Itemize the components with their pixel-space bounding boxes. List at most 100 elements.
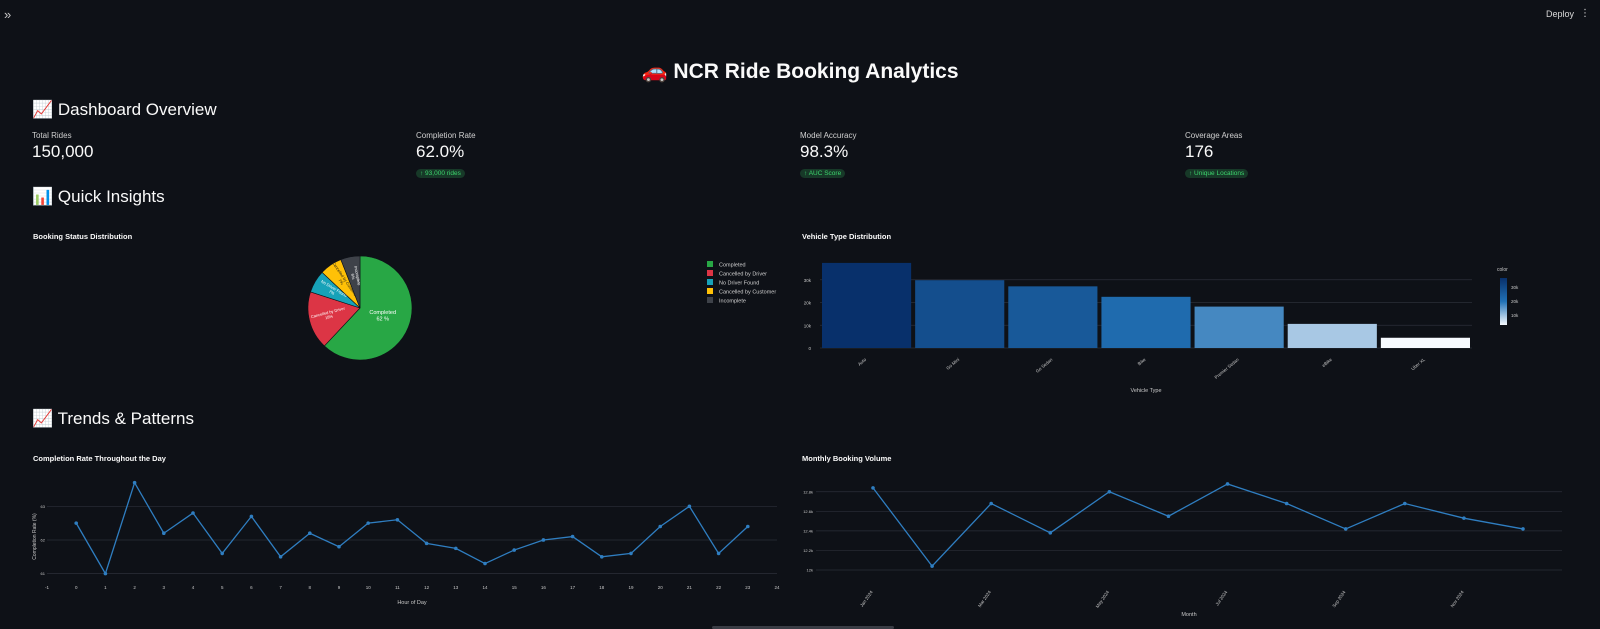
y-axis-title: Completion Rate (%) xyxy=(32,513,38,560)
hourly-data-point xyxy=(308,531,312,536)
hourly-data-point xyxy=(278,555,283,559)
y-tick-label: 63 xyxy=(41,504,46,509)
vehicle-type-bar-chart[interactable]: 0 10k 20k 30k Auto Go Mini Go Sedan Bike Premier… xyxy=(800,245,1580,405)
x-axis-title: Month xyxy=(1181,612,1196,618)
legend-label: Completed xyxy=(719,263,746,269)
x-tick-label: 7 xyxy=(279,585,282,590)
hourly-data-point xyxy=(162,531,166,536)
y-tick-label: 0 xyxy=(808,346,811,351)
y-tick-label: 12.2k xyxy=(803,548,813,553)
sidebar-expand-icon[interactable]: » xyxy=(4,7,11,22)
metric-delta-badge: ↑ AUC Score xyxy=(800,169,846,178)
monthly-data-point xyxy=(1403,501,1407,506)
x-tick-label: 24 xyxy=(774,585,780,590)
vehicle-bar xyxy=(1287,323,1377,348)
x-tick-label: 16 xyxy=(541,585,547,590)
x-axis-title: Vehicle Type xyxy=(1130,388,1161,394)
hourly-data-point xyxy=(687,504,692,509)
hourly-series-line xyxy=(75,481,749,576)
monthly-data-point xyxy=(1343,527,1348,531)
metric-value: 176 xyxy=(1185,142,1214,161)
chart-title-hourly-completion: Completion Rate Throughout the Day xyxy=(33,454,166,463)
hourly-data-point xyxy=(366,521,371,525)
y-tick-label: 61 xyxy=(41,571,46,576)
hourly-data-point xyxy=(103,571,108,576)
hourly-data-point xyxy=(658,524,662,529)
colorbar-tick-label: 10k xyxy=(1511,313,1519,318)
booking-status-pie-chart[interactable]: Completed 62 %Cancelled by Driver18%No Dr… xyxy=(20,245,800,375)
legend-label: Cancelled by Driver xyxy=(719,272,767,278)
vehicle-bar xyxy=(1008,286,1098,348)
x-tick-label: 1 xyxy=(104,585,107,590)
monthly-data-point xyxy=(930,564,934,568)
hourly-data-point xyxy=(570,534,575,539)
monthly-data-point xyxy=(1225,482,1230,486)
deploy-button[interactable]: Deploy xyxy=(1546,9,1574,19)
legend-swatch xyxy=(707,297,713,303)
metric-delta-badge: ↑ Unique Locations xyxy=(1185,169,1249,178)
legend-swatch xyxy=(707,288,713,294)
monthly-data-point xyxy=(989,501,993,506)
vehicle-bar xyxy=(1380,337,1470,348)
y-tick-label: 12k xyxy=(807,568,813,573)
x-tick-label: 14 xyxy=(482,585,488,590)
x-tick-label: 5 xyxy=(221,585,224,590)
x-tick-label: -1 xyxy=(45,585,49,590)
hourly-data-point xyxy=(337,544,341,549)
monthly-volume-line-chart[interactable]: 12k 12.2k 12.4k 12.6k 12.8k Jan 2024 Mar 2024 M… xyxy=(800,468,1580,629)
hourly-data-point xyxy=(716,551,721,556)
metric-total-rides: Total Rides 150,000 xyxy=(32,131,93,162)
hourly-completion-line-chart[interactable]: 616263-1 0 1 2 3 4 5 6 7 8 9 10 11 12 13 14 15 16 17 18 19 20… xyxy=(20,468,800,618)
y-tick-label: 10k xyxy=(804,323,812,328)
x-tick-label: eBike xyxy=(1321,357,1333,368)
chart-title-monthly-volume: Monthly Booking Volume xyxy=(802,454,892,463)
monthly-data-point xyxy=(1107,489,1112,494)
hourly-data-point xyxy=(512,548,516,552)
hourly-data-point xyxy=(454,546,458,551)
y-tick-label: 30k xyxy=(804,278,812,283)
monthly-data-point xyxy=(1462,516,1466,520)
x-tick-label: Jan 2024 xyxy=(859,589,874,607)
x-tick-label: Mar 2024 xyxy=(977,589,992,608)
colorbar-tick-label: 20k xyxy=(1511,299,1519,304)
x-tick-label: Premier Sedan xyxy=(1214,357,1241,380)
metric-label: Coverage Areas xyxy=(1185,131,1243,140)
hourly-data-point xyxy=(600,555,604,559)
colorbar-tick-label: 30k xyxy=(1511,285,1519,290)
monthly-data-point xyxy=(1166,514,1171,519)
x-tick-label: 4 xyxy=(192,585,195,590)
monthly-data-point xyxy=(1048,531,1053,535)
y-tick-label: 12.4k xyxy=(803,528,813,533)
vehicle-bar xyxy=(822,262,912,348)
x-tick-label: Sep 2024 xyxy=(1331,589,1346,608)
section-heading-insights: 📊 Quick Insights xyxy=(32,187,165,206)
x-tick-label: Go Sedan xyxy=(1035,357,1054,374)
hourly-data-point xyxy=(541,538,546,542)
x-tick-label: 21 xyxy=(687,585,693,590)
legend-label: Incomplete xyxy=(719,299,746,305)
metric-value: 150,000 xyxy=(32,142,94,161)
y-tick-label: 12.6k xyxy=(803,509,813,514)
monthly-data-point xyxy=(1284,501,1289,506)
x-tick-label: 23 xyxy=(745,585,751,590)
legend-swatch xyxy=(707,261,713,267)
legend-label: No Driver Found xyxy=(719,281,759,287)
y-tick-label: 12.8k xyxy=(803,489,813,494)
section-heading-overview: 📈 Dashboard Overview xyxy=(32,100,217,119)
colorbar xyxy=(1500,278,1507,325)
vehicle-bar xyxy=(1194,306,1284,348)
x-tick-label: 15 xyxy=(512,585,518,590)
page-title: 🚗 NCR Ride Booking Analytics xyxy=(641,60,959,83)
hourly-data-point xyxy=(483,561,487,566)
x-tick-label: 8 xyxy=(309,585,312,590)
x-tick-label: 17 xyxy=(570,585,576,590)
x-tick-label: 12 xyxy=(424,585,430,590)
monthly-data-point xyxy=(1521,527,1525,531)
main-menu-icon[interactable]: ⋮ xyxy=(1580,8,1590,19)
x-tick-label: 19 xyxy=(628,585,634,590)
x-tick-label: 10 xyxy=(366,585,372,590)
hourly-data-point xyxy=(74,521,78,525)
metric-label: Total Rides xyxy=(32,131,72,140)
hourly-data-point xyxy=(395,517,400,522)
x-tick-label: Auto xyxy=(857,357,868,367)
